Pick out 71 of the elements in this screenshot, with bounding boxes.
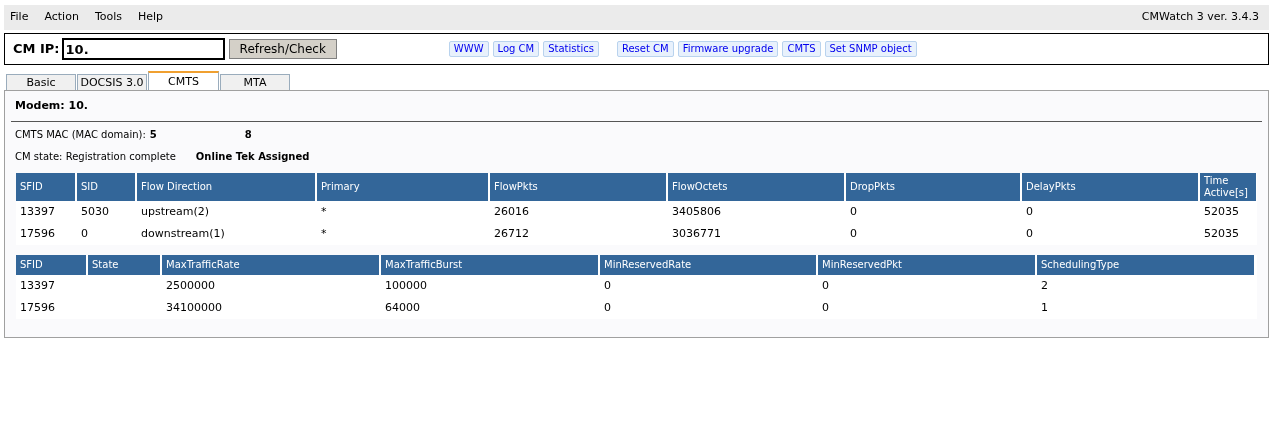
table-cell-text: 34100000	[166, 299, 222, 316]
mac-value: 5	[149, 127, 157, 142]
ip-field[interactable]: 10.	[61, 38, 225, 60]
column-header: Primary	[317, 173, 488, 201]
tab[interactable]: Basic	[6, 74, 76, 90]
table-cell-text: 13397	[20, 277, 55, 294]
table-cell-text: 100000	[385, 277, 427, 294]
column-header: State	[88, 255, 160, 275]
app-version: CMWatch 3 ver. 3.4.3	[1141, 9, 1259, 26]
column-header: Flow Direction	[137, 173, 315, 201]
mac-label: CMTS MAC (MAC domain):	[15, 127, 146, 142]
column-header: MinReservedPkt	[818, 255, 1035, 275]
table-cell-text: 17596	[20, 225, 55, 242]
table-cell-text: 13397	[20, 203, 55, 220]
table-cell-text: 1	[1041, 299, 1048, 316]
menu-item[interactable]: Help	[138, 9, 164, 26]
table-cell-text: downstream(1)	[141, 225, 225, 242]
column-header: FlowOctets	[668, 173, 844, 201]
table-cell-text: *	[321, 225, 327, 242]
table-cell-text: 17596	[20, 299, 55, 316]
table-cell-text: 52035	[1204, 203, 1239, 220]
toolbar-link[interactable]: Reset CM	[616, 41, 674, 57]
table-cell-text: 26016	[494, 203, 529, 220]
table-cell-text: 3405806	[672, 203, 721, 220]
table-cell-text: 0	[1026, 225, 1033, 242]
modem-title: Modem: 10.	[15, 97, 88, 114]
table-cell-text: 0	[850, 225, 857, 242]
toolbar-link[interactable]: Log CM	[492, 41, 540, 57]
table-cell-text: 26712	[494, 225, 529, 242]
table-cell-text: upstream(2)	[141, 203, 210, 220]
column-header: DropPkts	[846, 173, 1020, 201]
column-header: SFID	[16, 173, 75, 201]
state-label: CM state: Registration complete	[15, 149, 176, 164]
table-cell-text: 2500000	[166, 277, 215, 294]
table-cell-text: 0	[1026, 203, 1033, 220]
column-header: MinReservedRate	[600, 255, 816, 275]
tab[interactable]: DOCSIS 3.0	[77, 74, 147, 90]
table-cell-text: 64000	[385, 299, 420, 316]
menu-item[interactable]: Action	[44, 9, 79, 26]
table-cell-text: 0	[822, 299, 829, 316]
toolbar-link[interactable]: CMTS	[782, 41, 821, 57]
tab[interactable]: MTA	[220, 74, 290, 90]
menu-item[interactable]: File	[10, 9, 29, 26]
table-cell-text: 2	[1041, 277, 1048, 294]
column-header: SFID	[16, 255, 86, 275]
menu-item[interactable]: Tools	[94, 9, 122, 26]
state-value: Online Tek Assigned	[195, 149, 310, 164]
table-cell-text: 0	[850, 203, 857, 220]
table-cell-text: 0	[81, 225, 88, 242]
toolbar-link[interactable]: Set SNMP object	[824, 41, 917, 57]
toolbar-link[interactable]: Statistics	[543, 41, 599, 57]
column-header: SID	[77, 173, 135, 201]
refresh-button[interactable]: Refresh/Check	[228, 39, 337, 59]
column-header: Time Active[s]	[1200, 173, 1256, 201]
column-header: FlowPkts	[490, 173, 666, 201]
column-header: MaxTrafficRate	[162, 255, 379, 275]
toolbar-link[interactable]: WWW	[448, 41, 489, 57]
table-cell-text: 52035	[1204, 225, 1239, 242]
ip-label: CM IP:	[13, 40, 60, 59]
toolbar-link[interactable]: Firmware upgrade	[677, 41, 779, 57]
table-cell-text: *	[321, 203, 327, 220]
table-cell-text: 0	[604, 277, 611, 294]
table-cell-text: 0	[604, 299, 611, 316]
column-header: SchedulingType	[1037, 255, 1254, 275]
mac-value: 8	[244, 127, 252, 142]
table-cell-text: 3036771	[672, 225, 721, 242]
tab[interactable]: CMTS	[148, 71, 219, 90]
column-header: MaxTrafficBurst	[381, 255, 598, 275]
table-cell-text: 0	[822, 277, 829, 294]
table-cell-text: 5030	[81, 203, 109, 220]
column-header: DelayPkts	[1022, 173, 1198, 201]
